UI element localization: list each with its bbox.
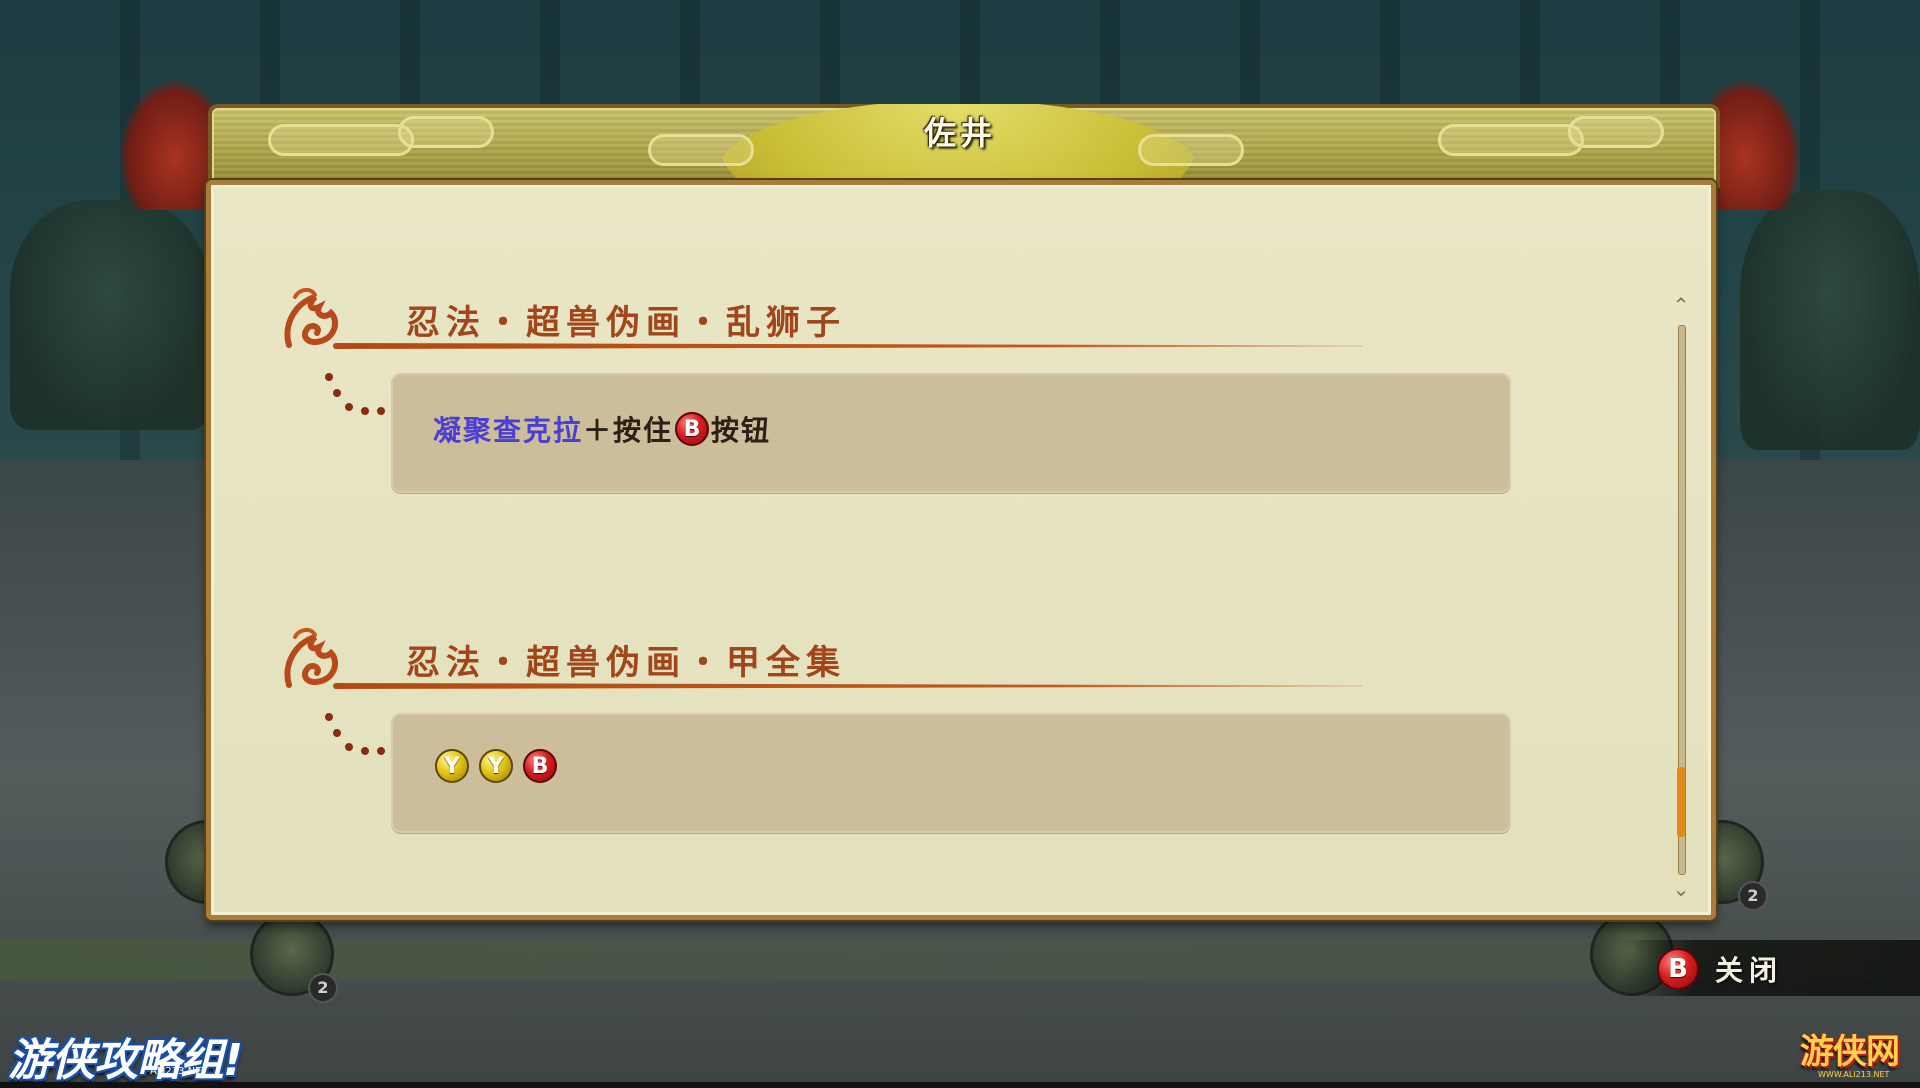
scroll-up-arrow-icon[interactable]: ⌃	[1671, 295, 1691, 315]
scrollbar[interactable]: ⌃ ⌄	[1667, 295, 1695, 905]
slot-count-badge: 2	[1738, 881, 1768, 911]
y-button-icon: Y	[479, 749, 513, 783]
command-line: Y Y B	[433, 749, 559, 783]
slot-count-badge: 2	[308, 973, 338, 1003]
close-label: 关闭	[1715, 954, 1784, 987]
command-line: 凝聚查克拉 ＋ 按住 B 按钮	[433, 409, 771, 449]
b-button-icon: B	[1657, 948, 1699, 990]
watermark-logo-right-sub: WWW.ALI213.NET	[1818, 1070, 1890, 1079]
move-section-2: 忍法・超兽伪画・甲全集 Y Y B	[281, 625, 1511, 835]
dialog-body: 忍法・超兽伪画・乱狮子 凝聚查克拉 ＋ 按住 B 按钮 忍法・超兽伪画・甲全集 …	[206, 180, 1716, 920]
bottom-edge-bar	[0, 1082, 1920, 1088]
move-title: 忍法・超兽伪画・甲全集	[406, 643, 846, 683]
background-statue-right	[1740, 190, 1920, 450]
command-box: 凝聚查克拉 ＋ 按住 B 按钮	[391, 373, 1511, 493]
command-hold: 按住	[613, 414, 674, 447]
watermark-logo-right: 游侠网	[1800, 1032, 1900, 1072]
watermark-logo-left-sub: ALI213.NET	[150, 1066, 208, 1077]
command-box: Y Y B	[391, 713, 1511, 833]
b-button-icon: B	[523, 749, 557, 783]
dialog-title: 佐井	[923, 114, 996, 152]
command-plus: ＋	[583, 414, 614, 447]
move-list-dialog: 佐井 忍法・超兽伪画・乱狮子 凝聚查克拉 ＋ 按住 B 按钮 忍法・超兽伪画・甲…	[200, 98, 1720, 920]
y-button-icon: Y	[435, 749, 469, 783]
b-button-icon: B	[675, 412, 710, 446]
background-statue-left	[10, 200, 210, 430]
connector-dots	[321, 373, 391, 423]
watermark-logo-left: 游侠攻略组!	[8, 1035, 243, 1086]
move-section-1: 忍法・超兽伪画・乱狮子 凝聚查克拉 ＋ 按住 B 按钮	[281, 285, 1511, 495]
close-button[interactable]: B 关闭	[1655, 948, 1783, 990]
scroll-down-arrow-icon[interactable]: ⌄	[1671, 879, 1691, 899]
command-highlight: 凝聚查克拉	[433, 414, 584, 447]
scrollbar-thumb[interactable]	[1677, 766, 1685, 837]
skill-slot-left: 2	[250, 912, 338, 1003]
connector-dots	[321, 713, 391, 763]
move-title: 忍法・超兽伪画・乱狮子	[406, 303, 846, 343]
command-suffix: 按钮	[711, 414, 772, 447]
